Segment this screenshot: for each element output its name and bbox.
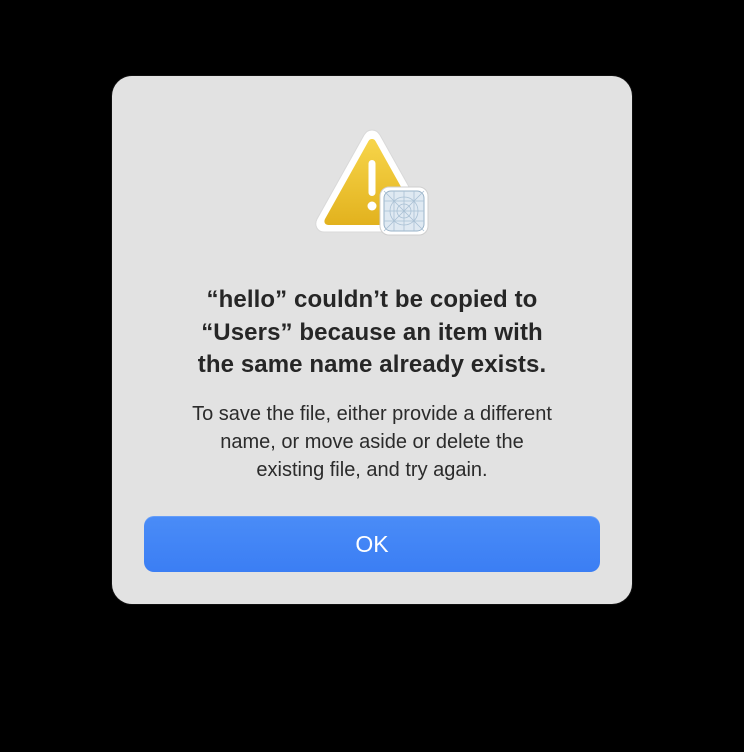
alert-title: “hello” couldn’t be copied to “Users” be…: [142, 284, 602, 382]
alert-dialog: “hello” couldn’t be copied to “Users” be…: [112, 76, 632, 604]
alert-message-line: existing file, and try again.: [256, 459, 488, 481]
alert-title-line: “Users” because an item with: [201, 318, 543, 346]
app-generic-icon: [379, 186, 429, 236]
alert-title-line: “hello” couldn’t be copied to: [206, 286, 538, 313]
alert-message-line: To save the file, either provide a diffe…: [192, 403, 552, 425]
alert-message: To save the file, either provide a diffe…: [142, 400, 602, 484]
ok-button[interactable]: OK: [144, 516, 600, 572]
alert-title-line: the same name already exists.: [197, 351, 547, 378]
alert-message-line: name, or move aside or delete the: [220, 431, 524, 453]
